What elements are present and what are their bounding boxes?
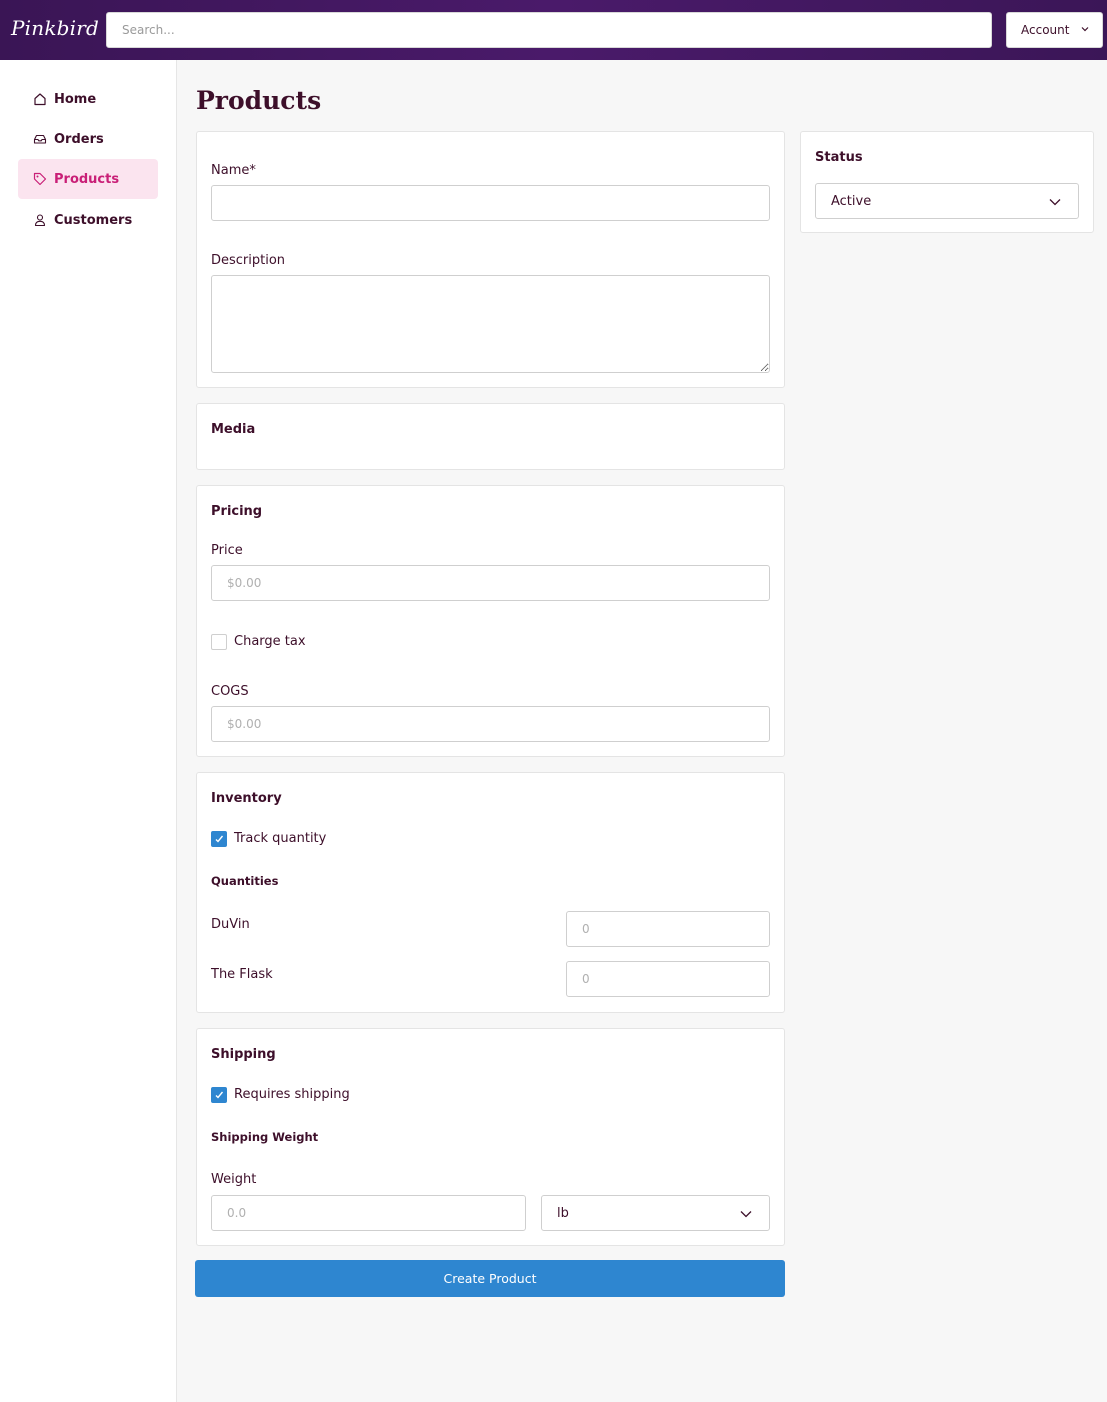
chevron-down-icon: [739, 1207, 753, 1225]
checkmark-icon: [215, 835, 224, 843]
price-field[interactable]: [211, 565, 770, 601]
page-title: Products: [196, 86, 322, 115]
requires-shipping-checkbox[interactable]: [211, 1087, 227, 1103]
user-icon: [32, 212, 48, 228]
name-field[interactable]: [211, 185, 770, 221]
weight-unit-select[interactable]: lb: [541, 1195, 770, 1231]
track-quantity-label: Track quantity: [234, 831, 327, 846]
sidebar-item-products[interactable]: Products: [18, 159, 158, 199]
required-mark: *: [249, 163, 256, 178]
account-menu-button[interactable]: Account: [1006, 12, 1103, 48]
shipping-card: Shipping Requires shipping Shipping Weig…: [196, 1028, 785, 1246]
location-name: DuVin: [211, 917, 250, 932]
track-quantity-checkbox[interactable]: [211, 831, 227, 847]
price-label: Price: [211, 543, 243, 558]
location-quantity-input[interactable]: [566, 911, 770, 947]
top-bar: Pinkbird Account: [0, 0, 1107, 60]
weight-unit-value: lb: [557, 1205, 569, 1221]
pricing-card: Pricing Price Charge tax COGS: [196, 485, 785, 757]
sidebar-item-orders[interactable]: Orders: [18, 119, 158, 159]
sidebar-item-customers[interactable]: Customers: [18, 200, 158, 240]
cogs-label: COGS: [211, 684, 249, 699]
location-quantity-input[interactable]: [566, 961, 770, 997]
shipping-weight-heading: Shipping Weight: [211, 1130, 319, 1144]
quantities-heading: Quantities: [211, 874, 279, 888]
search-input[interactable]: [106, 12, 992, 48]
sidebar-item-label: Orders: [54, 131, 104, 147]
status-value: Active: [831, 193, 872, 209]
description-label: Description: [211, 253, 286, 268]
name-label: Name*: [211, 163, 256, 178]
sidebar-item-home[interactable]: Home: [18, 79, 158, 119]
requires-shipping-label: Requires shipping: [234, 1087, 350, 1102]
charge-tax-label: Charge tax: [234, 634, 306, 649]
status-select[interactable]: Active: [815, 183, 1079, 219]
home-icon: [32, 91, 48, 107]
charge-tax-checkbox[interactable]: [211, 634, 227, 650]
sidebar-item-label: Products: [54, 171, 120, 187]
details-card: Name* Description: [196, 131, 785, 388]
status-title: Status: [815, 150, 863, 165]
status-card: Status Active: [800, 131, 1094, 233]
description-field[interactable]: [211, 275, 770, 373]
checkmark-icon: [215, 1091, 224, 1099]
chevron-down-icon: [1080, 23, 1090, 37]
sidebar-item-label: Customers: [54, 212, 133, 228]
tag-icon: [32, 171, 48, 187]
pricing-title: Pricing: [211, 504, 263, 519]
weight-label: Weight: [211, 1172, 257, 1187]
account-label: Account: [1021, 23, 1070, 37]
location-name: The Flask: [211, 967, 273, 982]
inventory-card: Inventory Track quantity Quantities DuVi…: [196, 772, 785, 1013]
inventory-title: Inventory: [211, 791, 282, 806]
media-card: Media: [196, 403, 785, 470]
shipping-title: Shipping: [211, 1047, 276, 1062]
sidebar-item-label: Home: [54, 91, 97, 107]
cogs-field[interactable]: [211, 706, 770, 742]
create-product-button[interactable]: Create Product: [195, 1260, 785, 1297]
inbox-icon: [32, 131, 48, 147]
media-title: Media: [211, 422, 256, 437]
chevron-down-icon: [1048, 195, 1062, 213]
weight-input[interactable]: [211, 1195, 526, 1231]
app-logo[interactable]: Pinkbird: [11, 16, 99, 40]
sidebar: Home Orders Products Customers: [0, 60, 177, 1402]
